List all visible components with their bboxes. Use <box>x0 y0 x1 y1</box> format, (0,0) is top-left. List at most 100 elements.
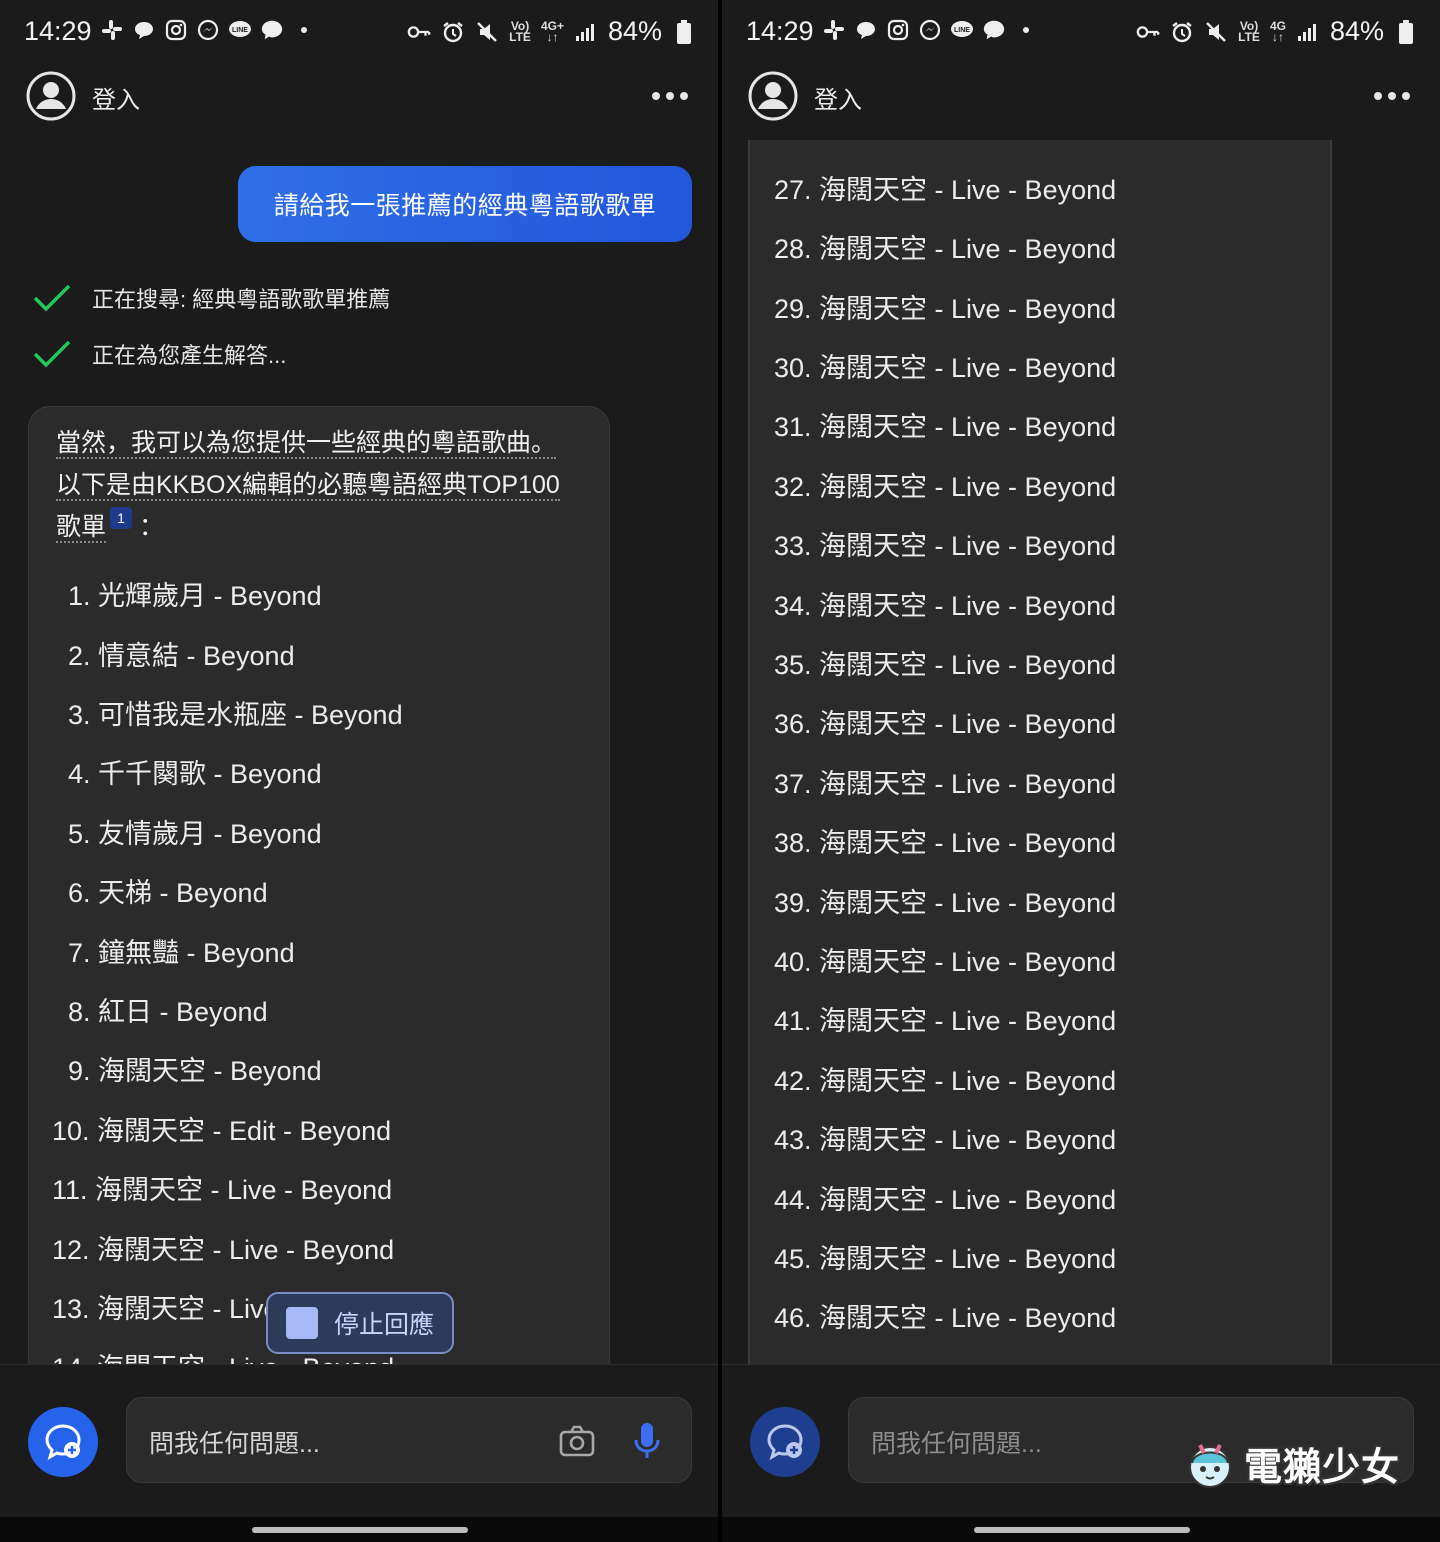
list-item: 39. 海闊天空 - Live - Beyond <box>774 888 1117 918</box>
list-item: 44. 海闊天空 - Live - Beyond <box>774 1185 1117 1215</box>
list-item: 43. 海闊天空 - Live - Beyond <box>774 1125 1117 1155</box>
signin-link[interactable]: 登入 <box>92 80 140 115</box>
more-icon[interactable] <box>650 78 690 114</box>
messenger-icon <box>196 18 220 42</box>
list-item: 31. 海闊天空 - Live - Beyond <box>774 412 1117 442</box>
progress-label: 正在搜尋: 經典粵語歌歌單推薦 <box>92 287 391 312</box>
list-item: 3. 可惜我是水瓶座 - Beyond <box>68 700 403 730</box>
intro-colon: ： <box>138 513 164 541</box>
list-item: 6. 天梯 - Beyond <box>68 878 268 908</box>
list-item: 37. 海闊天空 - Live - Beyond <box>774 769 1117 799</box>
new-chat-button[interactable] <box>28 1407 98 1477</box>
slack-icon <box>100 18 124 42</box>
stop-response-label: 停止回應 <box>334 1311 435 1339</box>
mute-icon <box>1204 20 1228 44</box>
instagram-icon <box>164 18 188 42</box>
avatar-icon[interactable] <box>26 71 76 121</box>
more-icon[interactable] <box>1372 78 1412 114</box>
citation-badge[interactable]: 1 <box>110 507 133 529</box>
battery-level: 84% <box>607 16 662 46</box>
list-item: 33. 海闊天空 - Live - Beyond <box>774 531 1117 561</box>
progress-step: 正在搜尋: 經典粵語歌歌單推薦 <box>32 282 390 314</box>
list-item: 36. 海闊天空 - Live - Beyond <box>774 709 1117 739</box>
list-item: 9. 海闊天空 - Beyond <box>68 1056 322 1086</box>
home-indicator[interactable] <box>252 1527 468 1533</box>
messenger-icon <box>918 18 942 42</box>
svg-text:LINE: LINE <box>232 27 248 34</box>
watermark-text: 電獺少女 <box>1243 1444 1400 1489</box>
notification-icons: LINE <box>100 18 316 42</box>
check-icon <box>33 284 71 312</box>
alarm-icon <box>441 20 465 44</box>
list-item: 41. 海闊天空 - Live - Beyond <box>774 1006 1117 1036</box>
list-item: 29. 海闊天空 - Live - Beyond <box>774 294 1117 324</box>
system-icons: Vo) LTE 4G+ ↓↑ 84% <box>407 16 696 47</box>
line-icon: LINE <box>228 18 252 42</box>
list-item: 27. 海闊天空 - Live - Beyond <box>774 175 1117 205</box>
slack-icon <box>822 18 846 42</box>
signal-icon <box>1296 20 1320 44</box>
battery-icon <box>672 19 696 44</box>
list-item: 7. 鐘無豔 - Beyond <box>68 938 295 968</box>
battery-level: 84% <box>1329 16 1384 46</box>
list-item: 42. 海闊天空 - Live - Beyond <box>774 1066 1117 1096</box>
new-chat-icon <box>767 1424 803 1461</box>
system-icons: Vo) LTE 4G ↓↑ 84% <box>1136 16 1418 47</box>
list-item: 1. 光輝歲月 - Beyond <box>68 581 322 611</box>
list-item: 28. 海闊天空 - Live - Beyond <box>774 234 1117 264</box>
volte-icon: Vo) LTE <box>1238 18 1260 44</box>
signin-link[interactable]: 登入 <box>814 80 862 115</box>
list-item: 35. 海闊天空 - Live - Beyond <box>774 650 1117 680</box>
mic-icon[interactable] <box>633 1422 661 1460</box>
stop-icon <box>286 1307 318 1339</box>
status-time: 14:29 <box>746 16 814 46</box>
4g-icon: 4G+ ↓↑ <box>540 18 564 44</box>
watermark-logo: 電獺少女 <box>1182 1435 1400 1491</box>
left-screenshot: 14:29 LINE Vo) LTE 4G+ ↓↑ 84% 登入 請給我一張推薦的經… <box>0 0 718 1542</box>
list-item: 5. 友情歲月 - Beyond <box>68 819 322 849</box>
app-header: 登入 <box>0 64 718 128</box>
chat-input[interactable]: 問我任何問題... <box>126 1397 692 1483</box>
list-item: 2. 情意結 - Beyond <box>68 641 295 671</box>
otter-mascot-icon <box>1188 1444 1231 1488</box>
mute-icon <box>475 20 499 44</box>
chat-bubble-icon <box>260 18 284 42</box>
list-item: 30. 海闊天空 - Live - Beyond <box>774 353 1117 383</box>
alarm-icon <box>1170 20 1194 44</box>
user-message-bubble: 請給我一張推薦的經典粵語歌歌單 <box>238 166 692 242</box>
status-time: 14:29 <box>24 16 92 46</box>
list-item: 34. 海闊天空 - Live - Beyond <box>774 591 1117 621</box>
list-item: 8. 紅日 - Beyond <box>68 997 268 1027</box>
chat-bubble-icon <box>132 18 156 42</box>
intro-text[interactable]: 當然，我可以為您提供一些經典的粵語歌曲。以下是由KKBOX編輯的必聽粵語經典TO… <box>56 429 560 543</box>
4g-icon: 4G ↓↑ <box>1269 18 1286 44</box>
camera-icon[interactable] <box>559 1423 595 1459</box>
list-item: 4. 千千闋歌 - Beyond <box>68 759 322 789</box>
home-indicator[interactable] <box>974 1527 1190 1533</box>
list-item: 45. 海闊天空 - Live - Beyond <box>774 1244 1117 1274</box>
status-bar: 14:29 LINE Vo) LTE 4G+ ↓↑ 84% <box>0 0 718 64</box>
status-bar: 14:29 LINE Vo) LTE 4G ↓↑ 84% <box>722 0 1440 64</box>
chat-input-placeholder: 問我任何問題... <box>149 1430 320 1458</box>
list-item: 12. 海闊天空 - Live - Beyond <box>52 1235 395 1265</box>
list-item: 10. 海闊天空 - Edit - Beyond <box>52 1116 392 1146</box>
key-icon <box>407 20 431 44</box>
chat-bubble-icon <box>854 18 878 42</box>
new-chat-button[interactable] <box>750 1407 820 1477</box>
progress-step: 正在為您產生解答... <box>32 338 286 370</box>
answer-intro: 當然，我可以為您提供一些經典的粵語歌曲。以下是由KKBOX編輯的必聽粵語經典TO… <box>56 422 576 548</box>
line-icon: LINE <box>950 18 974 42</box>
instagram-icon <box>886 18 910 42</box>
progress-label: 正在為您產生解答... <box>92 343 287 368</box>
battery-icon <box>1394 19 1418 44</box>
svg-text:LINE: LINE <box>954 27 970 34</box>
signal-icon <box>574 20 598 44</box>
list-item: 38. 海闊天空 - Live - Beyond <box>774 828 1117 858</box>
stop-response-button[interactable]: 停止回應 <box>266 1292 454 1354</box>
notification-icons: LINE <box>822 18 1038 42</box>
dot-icon <box>292 18 316 42</box>
avatar-icon[interactable] <box>748 71 798 121</box>
composer-bar: 問我任何問題... 電獺少女 <box>722 1364 1440 1542</box>
key-icon <box>1136 20 1160 44</box>
app-header: 登入 <box>722 64 1440 128</box>
